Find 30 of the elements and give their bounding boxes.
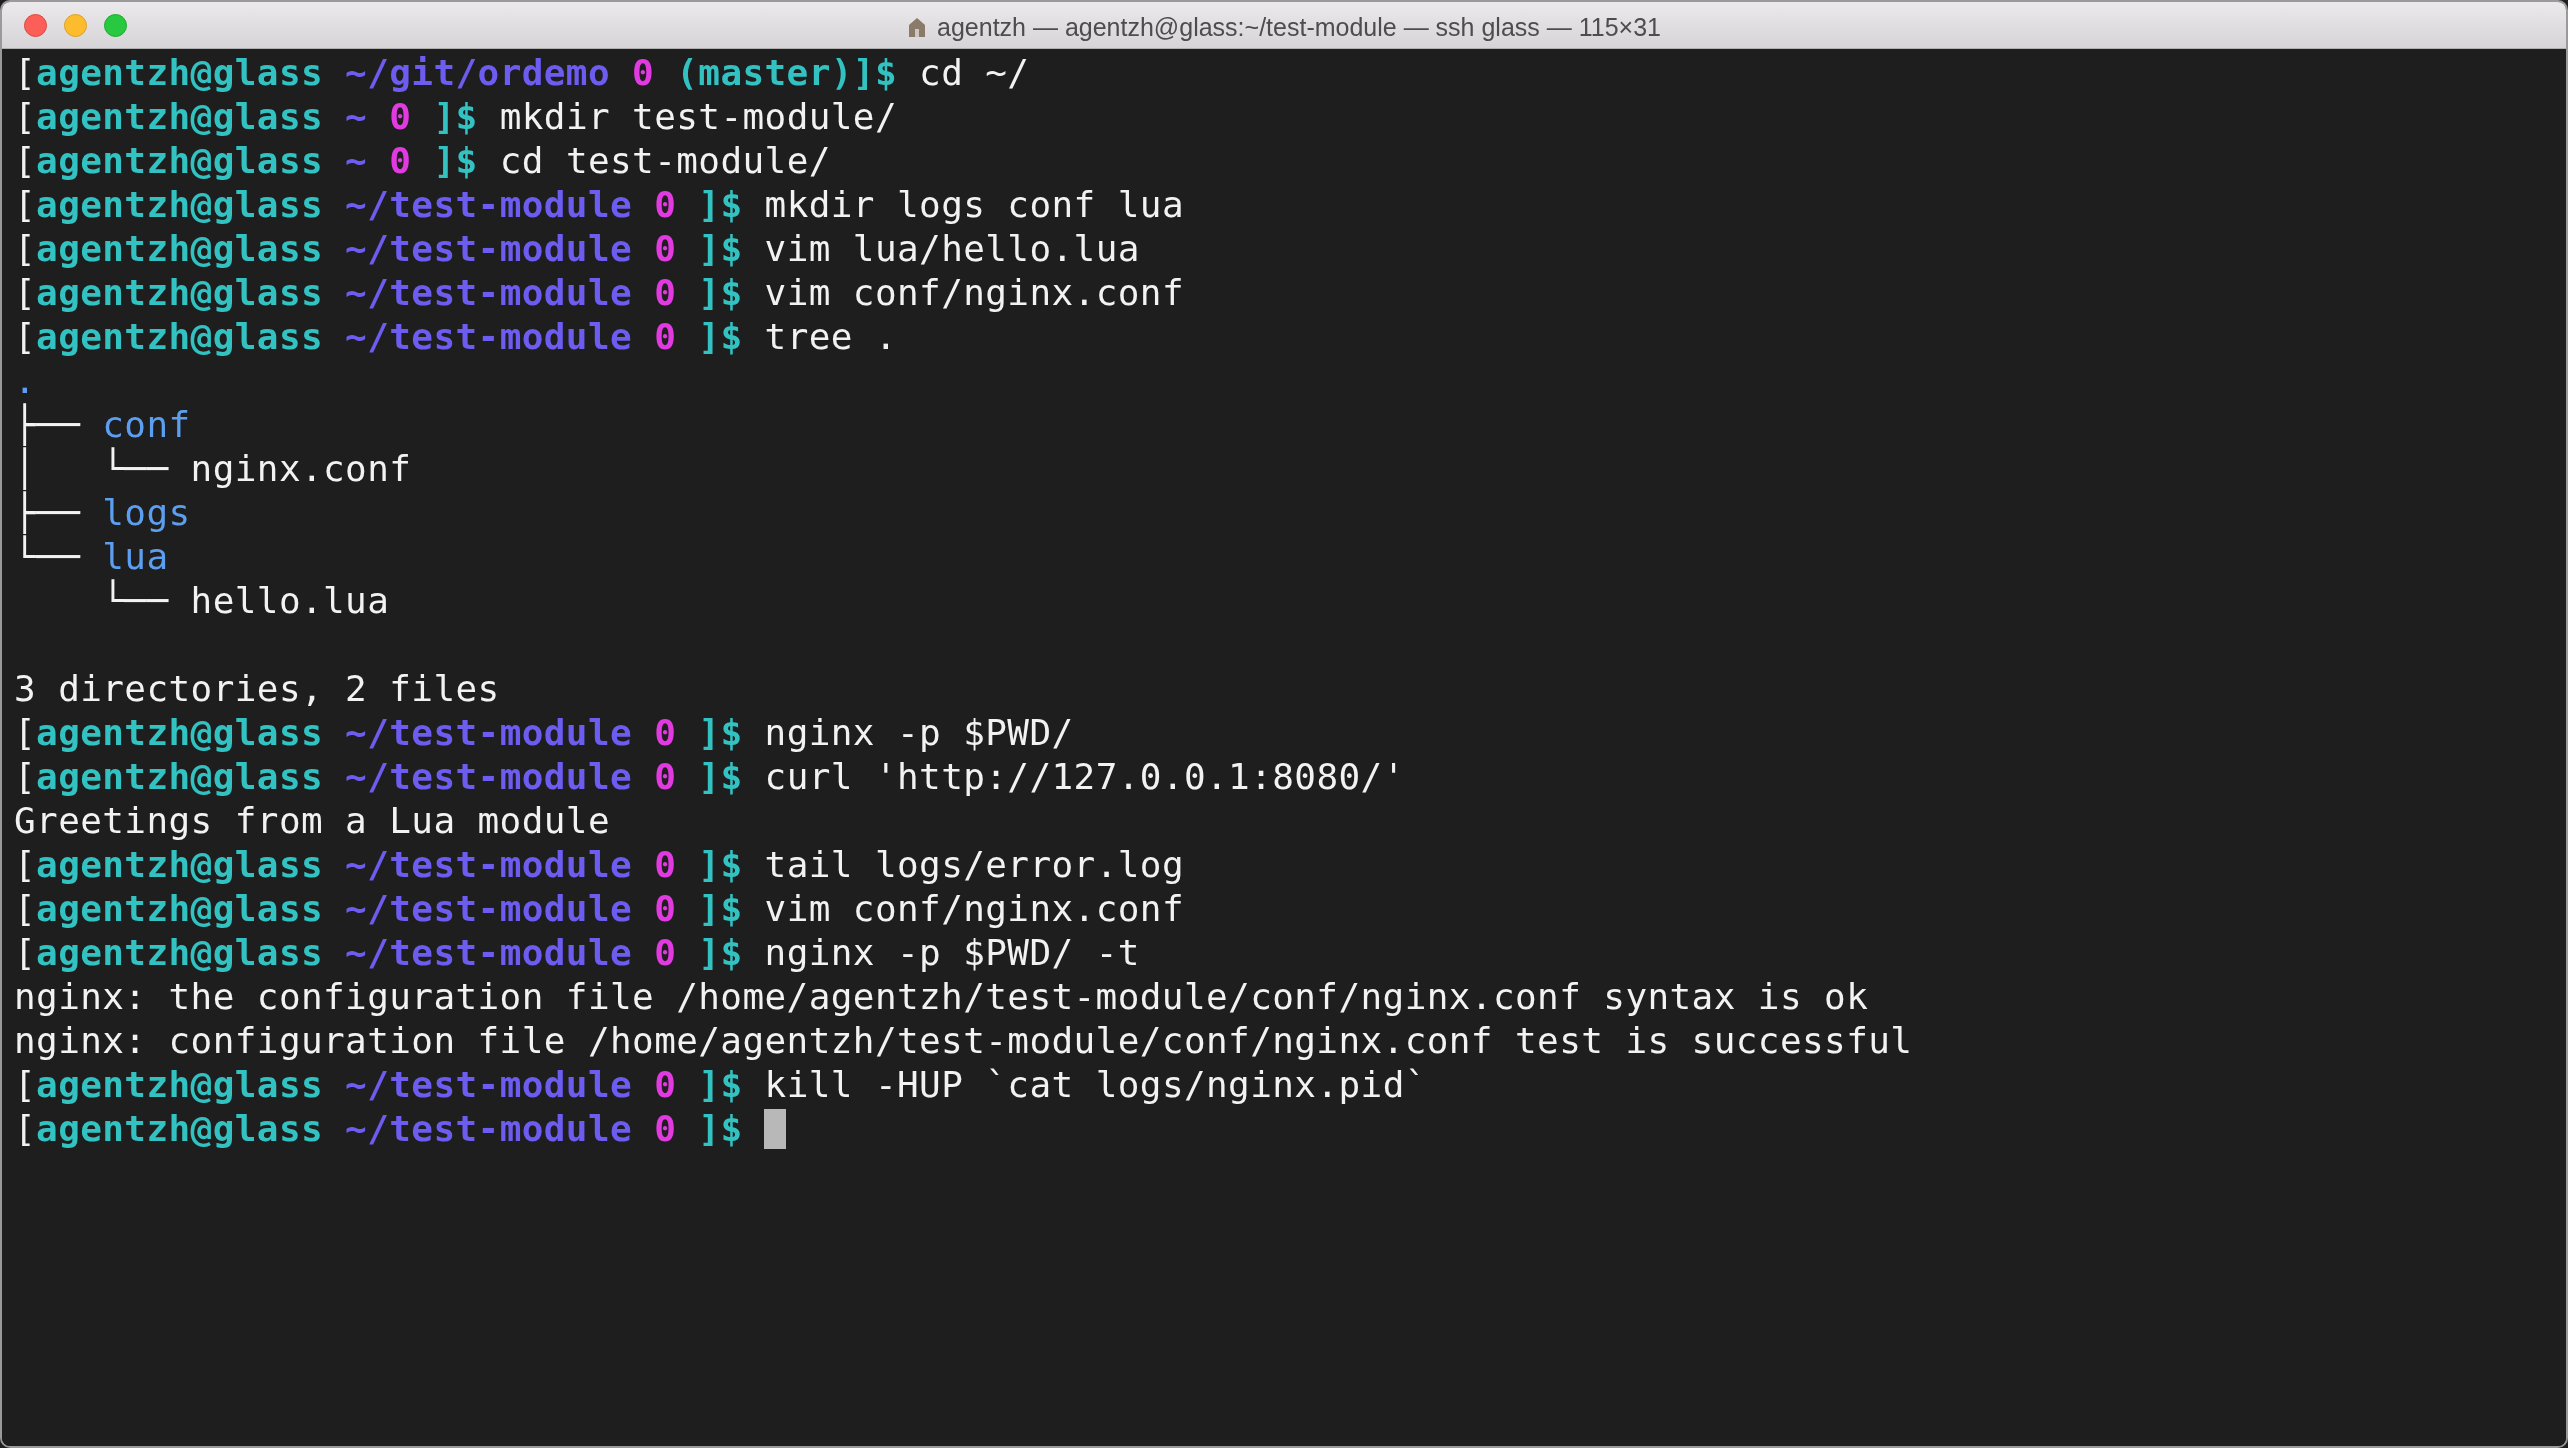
close-button[interactable] bbox=[24, 13, 47, 37]
zoom-button[interactable] bbox=[104, 13, 127, 37]
prompt-line: [agentzh@glass ~ 0 ]$ mkdir test-module/ bbox=[14, 95, 897, 139]
output-line: │ └── nginx.conf bbox=[14, 447, 412, 491]
output-line: ├── logs bbox=[14, 491, 191, 535]
output-line: Greetings from a Lua module bbox=[14, 799, 610, 843]
prompt-line: [agentzh@glass ~/test-module 0 ]$ tail logs/error.log bbox=[14, 843, 1184, 887]
output-line: . bbox=[14, 359, 37, 403]
prompt-line: [agentzh@glass ~/test-module 0 ]$ vim conf/nginx.conf bbox=[14, 271, 1184, 315]
output-line: └── hello.lua bbox=[101, 579, 390, 623]
minimize-button[interactable] bbox=[64, 13, 87, 37]
prompt-line: [agentzh@glass ~/test-module 0 ]$ curl 'http://127.0.0.1:8080/' bbox=[14, 755, 1405, 799]
house-icon bbox=[907, 16, 928, 38]
prompt-line: [agentzh@glass ~/test-module 0 ]$ kill -HUP `cat logs/nginx.pid` bbox=[14, 1063, 1427, 1107]
prompt-line: [agentzh@glass ~/test-module 0 ]$ mkdir logs conf lua bbox=[14, 183, 1184, 227]
output-line: nginx: the configuration file /home/agentzh/test-module/conf/nginx.conf syntax is ok bbox=[14, 975, 1869, 1019]
prompt-line: [agentzh@glass ~ 0 ]$ cd test-module/ bbox=[14, 139, 831, 183]
prompt-line: [agentzh@glass ~/test-module 0 ]$ vim lua/hello.lua bbox=[14, 227, 1140, 271]
text-cursor bbox=[764, 1109, 787, 1149]
output-line: 3 directories, 2 files bbox=[14, 667, 500, 711]
output-line: └── lua bbox=[14, 535, 169, 579]
output-line: nginx: configuration file /home/agentzh/test-module/conf/nginx.conf test is successful bbox=[14, 1019, 1913, 1063]
prompt-line: [agentzh@glass ~/test-module 0 ]$ tree . bbox=[14, 315, 897, 359]
window-title: agentzh — agentzh@glass:~/test-module — ssh glass — 115×31 bbox=[937, 12, 1661, 42]
prompt-line: [agentzh@glass ~/test-module 0 ]$ vim conf/nginx.conf bbox=[14, 887, 1184, 931]
prompt-line: [agentzh@glass ~/git/ordemo 0 (master)]$ cd ~/ bbox=[14, 51, 1030, 95]
output-line: ├── conf bbox=[14, 403, 191, 447]
prompt-line: [agentzh@glass ~/test-module 0 ]$ nginx -p $PWD/ -t bbox=[14, 931, 1140, 975]
prompt-line: [agentzh@glass ~/test-module 0 ]$ nginx -p $PWD/ bbox=[14, 711, 1074, 755]
prompt-line: [agentzh@glass ~/test-module 0 ]$ bbox=[14, 1107, 743, 1151]
